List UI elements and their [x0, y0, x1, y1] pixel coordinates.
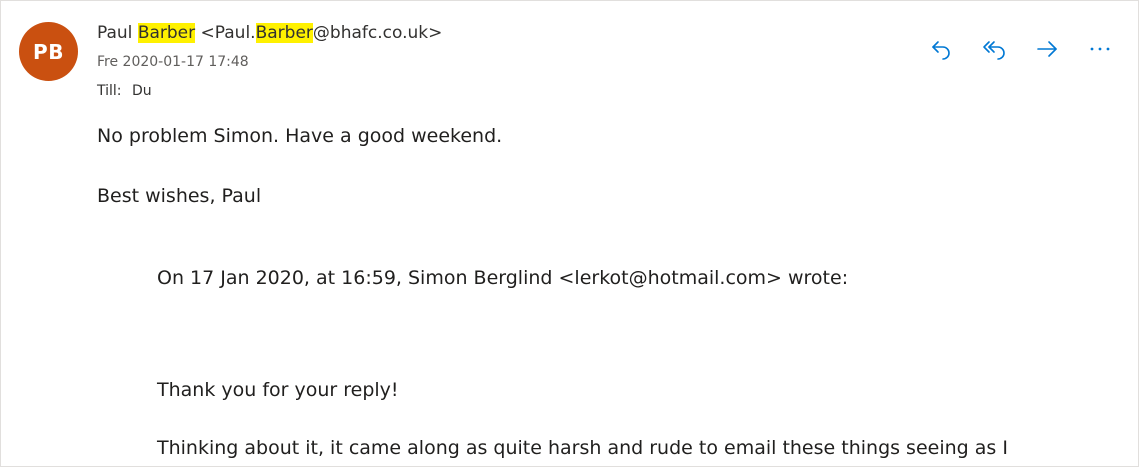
reply-all-icon — [983, 41, 1005, 60]
forward-icon — [1037, 41, 1057, 57]
sender-email-prefix: <Paul. — [200, 23, 256, 43]
message-actions — [926, 34, 1115, 64]
reply-icon — [932, 41, 950, 60]
quoted-line: Thank you for your reply! — [157, 379, 399, 401]
recipient-row: Till: Du — [97, 83, 152, 99]
body-line: No problem Simon. Have a good weekend. — [97, 125, 503, 147]
reply-button[interactable] — [926, 34, 956, 64]
sender-email-domain: @bhafc.co.uk> — [312, 23, 443, 43]
reply-all-button[interactable] — [979, 34, 1009, 64]
message-container: PB Paul Barber <Paul.Barber@bhafc.co.uk>… — [0, 0, 1139, 467]
sender-first-name: Paul — [97, 23, 133, 43]
more-actions-button[interactable] — [1085, 34, 1115, 64]
quoted-header: On 17 Jan 2020, at 16:59, Simon Berglind… — [157, 267, 849, 289]
more-icon — [1090, 47, 1110, 51]
body-signoff: Best wishes, Paul — [97, 185, 262, 207]
to-label: Till: — [97, 83, 122, 99]
avatar[interactable]: PB — [19, 22, 78, 81]
message-date: Fre 2020-01-17 17:48 — [97, 54, 249, 70]
avatar-initials: PB — [33, 39, 64, 64]
to-value[interactable]: Du — [132, 83, 152, 99]
sender-email-highlight: Barber — [255, 23, 313, 43]
sender[interactable]: Paul Barber <Paul.Barber@bhafc.co.uk> — [97, 23, 442, 43]
sender-last-name-highlight: Barber — [137, 23, 196, 43]
forward-button[interactable] — [1032, 34, 1062, 64]
quoted-line: Thinking about it, it came along as quit… — [157, 437, 1008, 459]
